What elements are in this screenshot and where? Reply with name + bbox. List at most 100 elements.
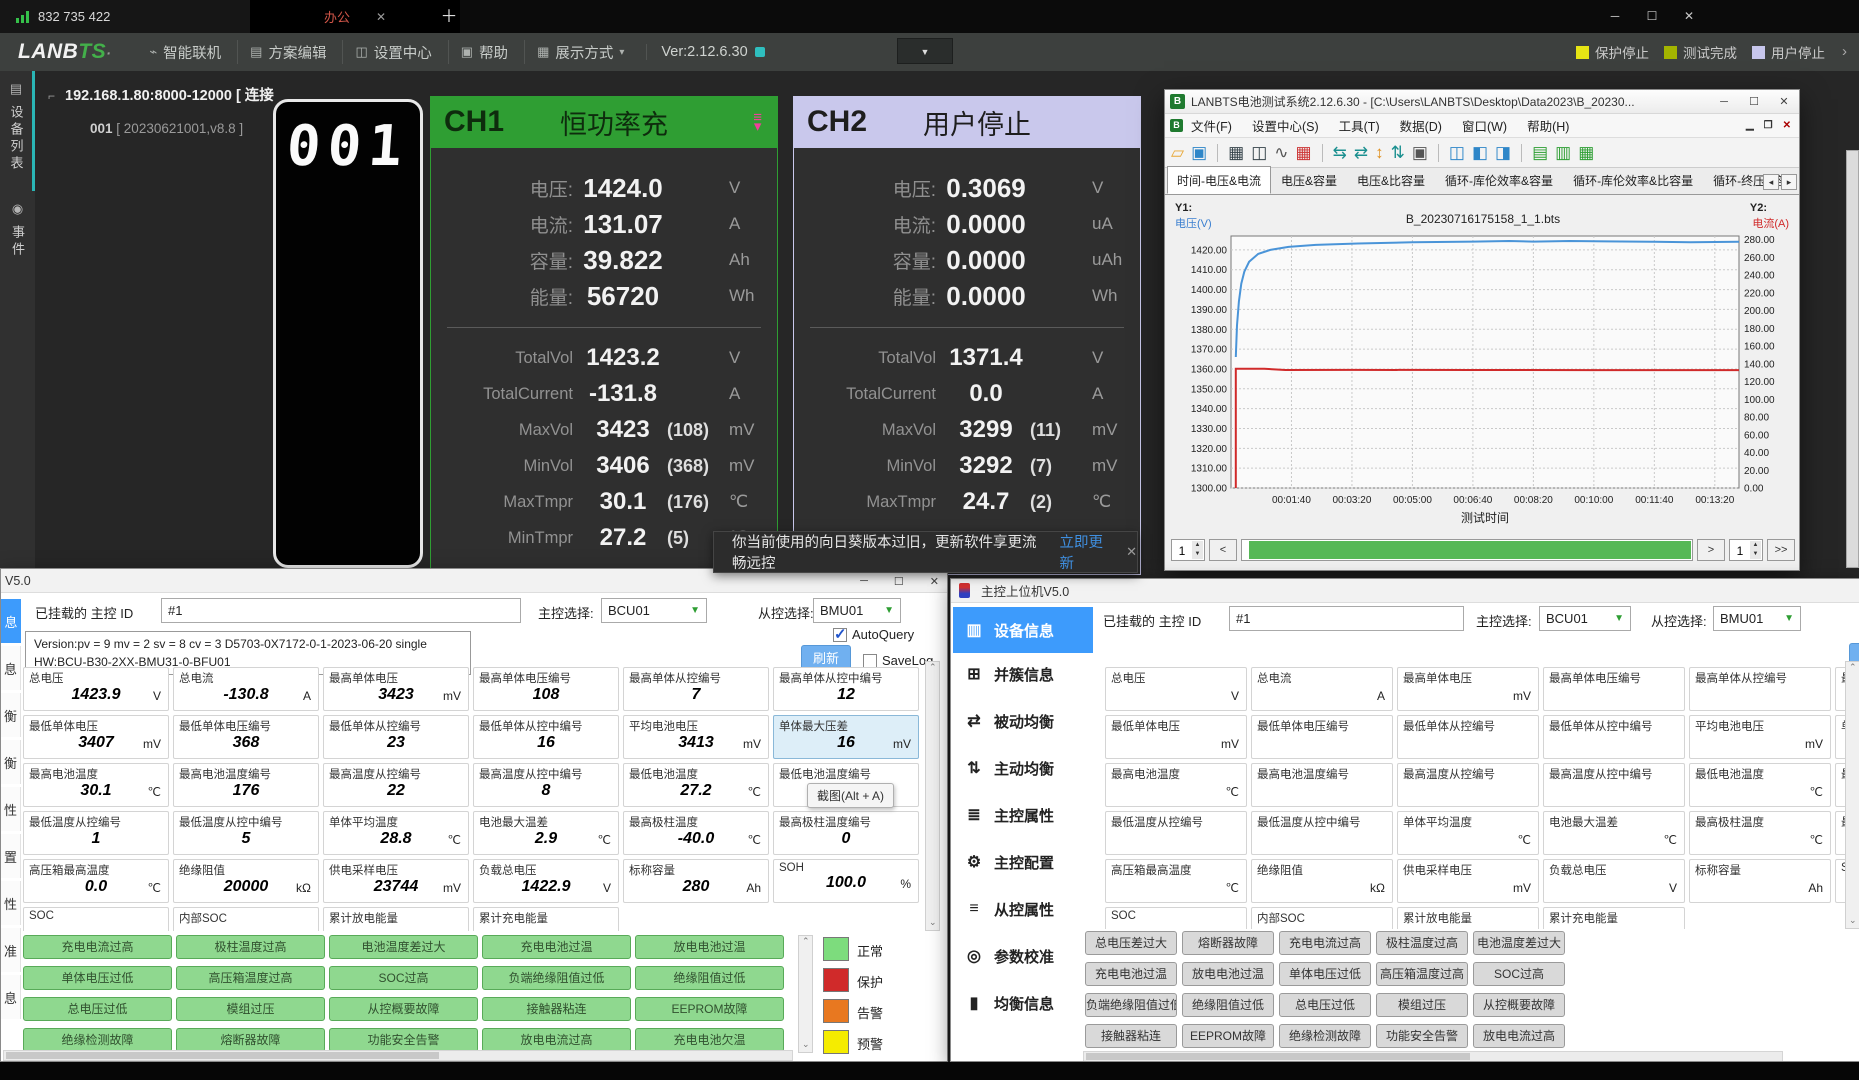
left-max-button[interactable]: ☐ [894, 575, 904, 588]
chart-minimize-button[interactable]: ─ [1709, 90, 1739, 114]
schedule-icon[interactable]: ▦ [1296, 142, 1312, 164]
legend-more-icon[interactable]: › [1842, 33, 1847, 71]
device-tree-root[interactable]: ⌐192.168.1.80:8000-12000 [ 连接 [48, 84, 276, 105]
slave-select-dropdown[interactable]: BMU01▼ [1713, 606, 1801, 631]
report-icon[interactable]: ◫ [1251, 142, 1267, 164]
edge-tab[interactable]: 息 [1, 599, 21, 643]
channel-dropdown[interactable]: ▼ [897, 38, 953, 64]
edge-tab[interactable]: 准 [1, 928, 21, 972]
page-next-button[interactable]: > [1697, 539, 1725, 561]
master-select-dropdown[interactable]: BCU01▼ [601, 598, 707, 623]
device-tree-item[interactable]: 001 [ 20230621001,v8.8 ] [90, 121, 243, 136]
open-file-icon[interactable]: ▱ [1171, 142, 1184, 164]
chart-window-titlebar[interactable]: B LANBTS电池测试系统2.12.6.30 - [C:\Users\LANB… [1165, 90, 1799, 114]
tree-collapse-icon[interactable]: ⌐ [48, 89, 55, 103]
left-min-button[interactable]: ─ [860, 575, 868, 587]
sidebar-tab-device-list[interactable]: ▤设备列表 [0, 71, 35, 191]
h-expand-icon[interactable]: ⇄ [1354, 142, 1368, 164]
menu-plan-edit[interactable]: ▤方案编辑 [237, 40, 338, 64]
chart-tab[interactable]: 循环-库伦效率&容量 [1435, 166, 1563, 194]
left-page-spinner[interactable]: 1▲▼ [1171, 539, 1205, 561]
monitor-cell: 最高电池温度30.1℃ [23, 763, 169, 807]
window-maximize-button[interactable]: ☐ [1634, 0, 1670, 33]
tab-scroll-right-icon[interactable]: ▸ [1781, 174, 1797, 190]
menu-item[interactable]: 工具(T) [1339, 116, 1380, 135]
mounted-id-input[interactable]: #1 [161, 598, 521, 623]
page-prev-button[interactable]: < [1209, 539, 1237, 561]
menu-help[interactable]: ▣帮助 [448, 40, 520, 64]
chart-maximize-button[interactable]: ☐ [1739, 90, 1769, 114]
menu-settings-center[interactable]: ◫设置中心 [342, 40, 443, 64]
sidebar-item-master-config[interactable]: ⚙主控配置 [953, 842, 1093, 882]
chart-scrollbar-thumb[interactable] [1249, 541, 1691, 559]
table-large-icon[interactable]: ▦ [1578, 142, 1594, 164]
table-medium-icon[interactable]: ▥ [1555, 142, 1571, 164]
mdi-restore-button[interactable]: ❐ [1764, 120, 1773, 131]
status-lamp: 高压箱温度过高 [1376, 962, 1468, 986]
menu-smart-link[interactable]: ⌁智能联机 [137, 40, 233, 64]
chart-tab[interactable]: 时间-电压&电流 [1167, 166, 1271, 194]
v-fit-icon[interactable]: ↕ [1375, 142, 1384, 164]
tab-scroll-left-icon[interactable]: ◂ [1763, 174, 1779, 190]
toolbar-separator [1438, 144, 1439, 162]
right-window-titlebar[interactable]: 主控上位机V5.0 [951, 579, 1859, 603]
menu-item[interactable]: 数据(D) [1400, 116, 1442, 135]
test-done-swatch [1664, 46, 1677, 59]
chart-tab[interactable]: 电压&比容量 [1347, 166, 1435, 194]
h-compress-icon[interactable]: ⇆ [1333, 142, 1347, 164]
chart-close-button[interactable]: ✕ [1769, 90, 1799, 114]
autoquery-checkbox[interactable]: AutoQuery [833, 627, 914, 642]
sidebar-item-passive-balance[interactable]: ⇄被动均衡 [953, 701, 1093, 741]
status-vertical-scrollbar[interactable] [798, 935, 813, 1053]
update-now-link[interactable]: 立即更新 [1060, 531, 1113, 573]
menu-item[interactable]: 文件(F) [1191, 116, 1232, 135]
tab-office[interactable]: 办公 ✕ [250, 0, 460, 33]
chart-tab[interactable]: 循环-库伦效率&比容量 [1563, 166, 1703, 194]
chart-scrollbar[interactable] [1241, 539, 1693, 561]
new-tab-button[interactable]: ＋ [436, 5, 462, 29]
device-icon[interactable]: ▦ [1228, 142, 1244, 164]
status-horizontal-scrollbar[interactable] [1083, 1051, 1783, 1062]
edge-tab[interactable]: 息 [1, 975, 21, 1019]
sidebar-item-param-calib[interactable]: ◎参数校准 [953, 936, 1093, 976]
checkbox-checked-icon[interactable] [833, 628, 847, 642]
split-right-icon[interactable]: ◨ [1495, 142, 1511, 164]
fullscreen-icon[interactable]: ▣ [1412, 142, 1428, 164]
split-2-icon[interactable]: ◫ [1449, 142, 1465, 164]
chart-tab[interactable]: 电压&容量 [1271, 166, 1347, 194]
window-minimize-button[interactable]: ─ [1597, 0, 1633, 33]
mounted-id-input[interactable]: #1 [1229, 606, 1464, 631]
page-last-button[interactable]: >> [1767, 539, 1795, 561]
v-expand-icon[interactable]: ⇅ [1391, 142, 1405, 164]
split-left-icon[interactable]: ◧ [1472, 142, 1488, 164]
mdi-minimize-button[interactable]: ▁ [1746, 120, 1754, 131]
menu-item[interactable]: 窗口(W) [1462, 116, 1507, 135]
table-small-icon[interactable]: ▤ [1532, 142, 1548, 164]
monitor-cell: 最低单体从控编号23 [323, 715, 469, 759]
menu-display-mode[interactable]: ▦展示方式▾ [524, 40, 636, 64]
mdi-close-button[interactable]: ✕ [1783, 120, 1791, 131]
sidebar-tab-events[interactable]: ◉事件 [0, 191, 35, 277]
sidebar-item-slave-attr[interactable]: ≡从控属性 [953, 889, 1093, 929]
notification-close-icon[interactable]: ✕ [1126, 544, 1137, 560]
status-horizontal-scrollbar[interactable] [3, 1050, 793, 1061]
sidebar-item-active-balance[interactable]: ⇅主动均衡 [953, 748, 1093, 788]
sidebar-item-device-info[interactable]: ▥设备信息 [953, 607, 1093, 653]
master-select-dropdown[interactable]: BCU01▼ [1539, 606, 1631, 631]
save-icon[interactable]: ▣ [1191, 142, 1207, 164]
main-vertical-scrollbar[interactable] [1846, 150, 1859, 568]
grid-vertical-scrollbar[interactable] [925, 661, 940, 931]
tab-close-icon[interactable]: ✕ [376, 10, 386, 24]
sidebar-item-cluster-info[interactable]: ⊞并簇信息 [953, 654, 1093, 694]
channel-status-icon: ≡▾ [753, 113, 762, 131]
sidebar-item-master-attr[interactable]: ≣主控属性 [953, 795, 1093, 835]
grid-vertical-scrollbar[interactable] [1845, 661, 1859, 929]
menu-item[interactable]: 帮助(H) [1527, 116, 1569, 135]
sidebar-item-balance-info[interactable]: ▮均衡信息 [953, 983, 1093, 1023]
left-close-button[interactable]: ✕ [930, 575, 939, 588]
curve-icon[interactable]: ∿ [1274, 142, 1288, 164]
slave-select-dropdown[interactable]: BMU01▼ [813, 598, 901, 623]
window-close-button[interactable]: ✕ [1671, 0, 1707, 33]
menu-item[interactable]: 设置中心(S) [1252, 116, 1319, 135]
right-page-spinner[interactable]: 1▲▼ [1729, 539, 1763, 561]
